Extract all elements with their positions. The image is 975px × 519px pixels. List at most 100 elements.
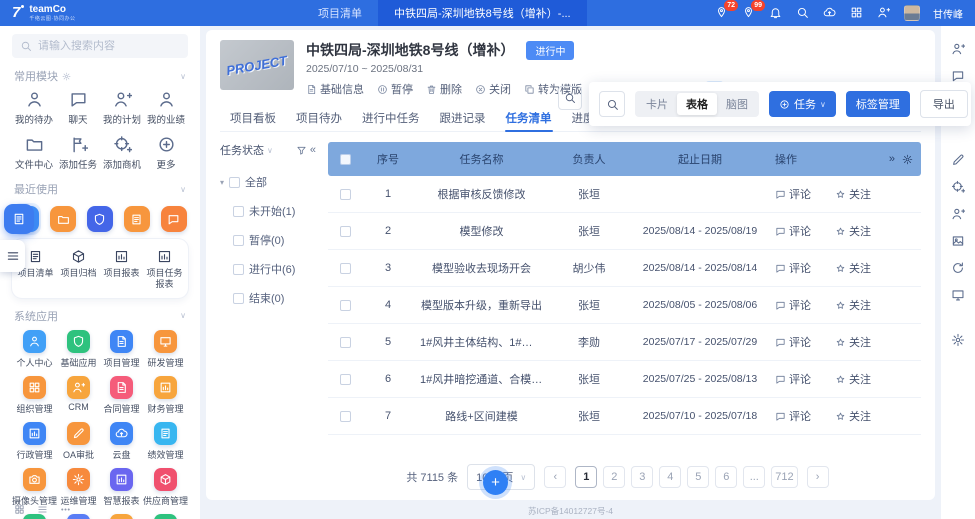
section-modules[interactable]: 常用模块 ∨ — [14, 68, 186, 84]
filter-checkbox[interactable] — [233, 206, 244, 217]
page-button[interactable]: 4 — [659, 466, 681, 488]
sidebar-module-item[interactable]: 聊天 — [56, 90, 100, 126]
comment-action[interactable]: 评论 — [775, 297, 811, 313]
row-checkbox[interactable] — [340, 189, 351, 200]
column-settings-icon[interactable] — [902, 154, 913, 165]
system-app[interactable]: 运维管理 — [57, 468, 100, 507]
page-button[interactable]: 1 — [575, 466, 597, 488]
project-tab[interactable]: 跟进记录 — [430, 104, 496, 131]
add-task-fab[interactable]: + — [483, 470, 508, 495]
shortcut-item[interactable]: 项目归档 — [57, 249, 100, 291]
system-app[interactable]: 个人中心 — [12, 330, 57, 369]
target-add-icon[interactable] — [951, 180, 965, 194]
system-app[interactable]: CRM — [57, 376, 100, 415]
avatar[interactable] — [904, 5, 920, 21]
export-button[interactable]: 导出 — [920, 90, 968, 118]
shortcut-item[interactable]: 项目报表 — [100, 249, 143, 291]
task-dropdown-button[interactable]: 任务 ∨ — [769, 91, 836, 117]
project-action[interactable]: 暂停 — [377, 81, 413, 97]
monitor-icon[interactable] — [951, 288, 965, 302]
follow-action[interactable]: 关注 — [835, 334, 871, 350]
project-tab[interactable]: 任务清单 — [496, 104, 562, 131]
page-button[interactable]: 2 — [603, 466, 625, 488]
pin-todo-icon[interactable]: 72 — [715, 6, 729, 20]
filter-item-root[interactable]: ▾ 全部 — [220, 174, 316, 190]
view-option[interactable]: 脑图 — [717, 93, 757, 115]
view-option[interactable]: 表格 — [677, 93, 717, 115]
system-app[interactable]: 智慧报表 — [100, 468, 143, 507]
filter-item[interactable]: 进行中(6) — [233, 261, 316, 277]
filter-checkbox[interactable] — [233, 235, 244, 246]
system-app[interactable]: 组织管理 — [12, 376, 57, 415]
follow-action[interactable]: 关注 — [835, 297, 871, 313]
sidebar-footer-icon[interactable] — [37, 504, 48, 515]
page-button[interactable]: 6 — [715, 466, 737, 488]
chat-icon[interactable] — [951, 69, 965, 83]
system-app[interactable]: 基础应用 — [57, 330, 100, 369]
system-app[interactable]: 财务管理 — [143, 376, 188, 415]
filter-item[interactable]: 暂停(0) — [233, 232, 316, 248]
project-tab[interactable]: 项目看板 — [220, 104, 286, 131]
search-input[interactable] — [38, 40, 168, 52]
system-app[interactable]: 云盘 — [100, 422, 143, 461]
view-option[interactable]: 卡片 — [637, 93, 677, 115]
logo[interactable]: 7 teamCo 千络云图·协同办公 — [12, 5, 152, 22]
sidebar-module-item[interactable]: 我的计划 — [100, 90, 144, 126]
system-app[interactable]: 技术服务 — [143, 514, 188, 519]
sidebar-module-item[interactable]: 添加任务 — [56, 135, 100, 171]
comment-action[interactable]: 评论 — [775, 186, 811, 202]
follow-action[interactable]: 关注 — [835, 223, 871, 239]
page-button[interactable]: 3 — [631, 466, 653, 488]
project-action[interactable]: 关闭 — [475, 81, 511, 97]
pinned-app[interactable] — [122, 203, 151, 235]
topbar-nav-tab[interactable]: 中铁四局-深圳地铁8号线（增补）-... — [378, 0, 587, 26]
person-add-icon[interactable] — [951, 207, 965, 221]
comment-action[interactable]: 评论 — [775, 408, 811, 424]
comment-action[interactable]: 评论 — [775, 334, 811, 350]
invite-member-icon[interactable] — [877, 6, 891, 20]
sidebar-module-item[interactable]: 我的业绩 — [144, 90, 188, 126]
apps-grid-icon[interactable] — [850, 6, 864, 20]
search-icon[interactable] — [558, 86, 582, 110]
expand-columns-icon[interactable]: » — [889, 153, 895, 165]
row-checkbox[interactable] — [340, 300, 351, 311]
select-all-checkbox[interactable] — [340, 154, 351, 165]
section-system[interactable]: 系统应用 ∨ — [14, 308, 186, 324]
system-app[interactable]: OA审批 — [57, 422, 100, 461]
tree-caret-icon[interactable]: ▾ — [220, 178, 224, 187]
gear-icon[interactable] — [62, 72, 71, 81]
system-app[interactable]: 案例 — [100, 514, 143, 519]
filter-title[interactable]: 任务状态 — [220, 142, 264, 158]
shortcut-item[interactable]: 项目任务报表 — [143, 249, 186, 291]
sidebar-module-item[interactable]: 文件中心 — [12, 135, 56, 171]
sidebar-module-item[interactable]: 我的待办 — [12, 90, 56, 126]
project-tab[interactable]: 项目待办 — [286, 104, 352, 131]
project-tab[interactable]: 进行中任务 — [352, 104, 430, 131]
sidebar-module-item[interactable]: 更多 — [144, 135, 188, 171]
system-app[interactable]: 摄像头管理 — [12, 468, 57, 507]
follow-action[interactable]: 关注 — [835, 186, 871, 202]
filter-checkbox[interactable] — [233, 264, 244, 275]
system-app[interactable]: 合同管理 — [100, 376, 143, 415]
pin-message-icon[interactable]: 99 — [742, 6, 756, 20]
sidebar-footer-icon[interactable] — [14, 504, 25, 515]
comment-action[interactable]: 评论 — [775, 371, 811, 387]
funnel-icon[interactable] — [296, 145, 307, 156]
image-icon[interactable] — [951, 234, 965, 248]
section-recent[interactable]: 最近使用 ∨ — [14, 181, 186, 197]
row-checkbox[interactable] — [340, 226, 351, 237]
collapse-panel-icon[interactable]: « — [310, 144, 316, 156]
docked-list-button[interactable] — [0, 240, 25, 272]
gear-icon[interactable] — [951, 333, 965, 347]
comment-action[interactable]: 评论 — [775, 260, 811, 276]
system-app[interactable]: 供应商管理 — [143, 468, 188, 507]
prev-page-button[interactable]: ‹ — [544, 466, 566, 488]
pinned-app[interactable] — [86, 203, 115, 235]
pinned-app[interactable] — [159, 203, 188, 235]
system-app[interactable]: 行政管理 — [12, 422, 57, 461]
topbar-nav-tab[interactable]: 项目清单 — [302, 0, 378, 26]
row-checkbox[interactable] — [340, 374, 351, 385]
search-icon[interactable] — [796, 6, 810, 20]
follow-action[interactable]: 关注 — [835, 408, 871, 424]
system-app[interactable]: 项目管理 — [100, 330, 143, 369]
